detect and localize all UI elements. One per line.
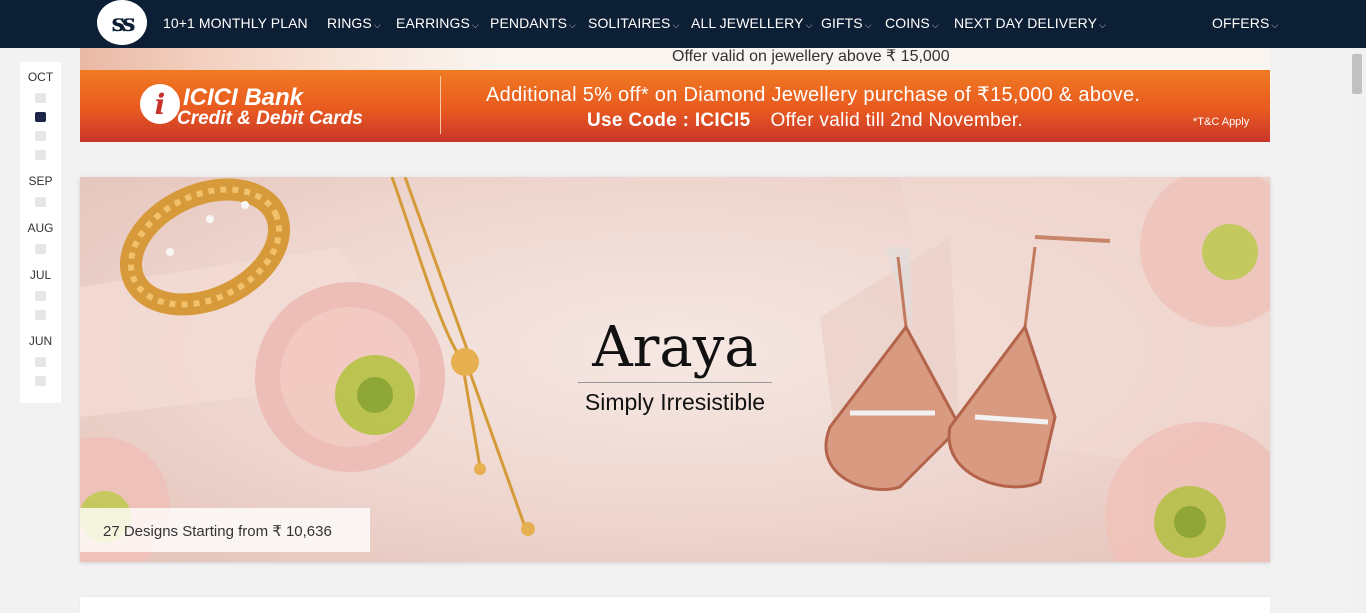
chevron-down-icon: ⌵ — [672, 20, 680, 30]
icici-offer-banner[interactable]: Offer valid on jewellery above ₹ 15,000 … — [80, 48, 1270, 142]
timeline-month[interactable]: OCT — [20, 70, 61, 84]
bank-subtitle: Credit & Debit Cards — [177, 108, 363, 129]
banner-decoration — [80, 48, 500, 72]
promo-top-text: Offer valid on jewellery above ₹ 15,000 — [672, 48, 950, 65]
promo-code: Use Code : ICICI5 — [587, 110, 751, 131]
page-scrollbar[interactable] — [1349, 48, 1366, 613]
timeline-dot[interactable] — [35, 357, 46, 367]
chevron-down-icon: ⌵ — [931, 20, 939, 30]
nav-item-gifts[interactable]: GIFTS ⌵ — [821, 15, 872, 31]
timeline-dot[interactable] — [35, 244, 46, 254]
nav-item-solitaires[interactable]: SOLITAIRES ⌵ — [588, 15, 679, 31]
designs-caption-text: 27 Designs Starting from ₹ 10,636 — [103, 523, 332, 540]
nav-item-label: COINS — [885, 15, 930, 31]
next-section-card — [80, 597, 1270, 613]
araya-collection-banner[interactable]: Araya Simply Irresistible 27 Designs Sta… — [80, 177, 1270, 562]
promo-code-line: Use Code : ICICI5 Offer valid till 2nd No… — [587, 110, 1023, 132]
top-navigation: ꜱꜱ 10+1 MONTHLY PLAN RINGS ⌵ EARRINGS ⌵ PE… — [0, 0, 1366, 48]
nav-item-pendants[interactable]: PENDANTS ⌵ — [490, 15, 576, 31]
nav-item-offers[interactable]: OFFERS ⌵ — [1212, 15, 1278, 31]
nav-item-label: RINGS — [327, 15, 372, 31]
brand-logo-icon: ꜱꜱ — [111, 8, 135, 37]
timeline-month[interactable]: SEP — [20, 174, 61, 188]
nav-item-next-day-delivery[interactable]: NEXT DAY DELIVERY ⌵ — [954, 15, 1106, 31]
chevron-down-icon: ⌵ — [373, 20, 381, 30]
nav-item-coins[interactable]: COINS ⌵ — [885, 15, 939, 31]
tnc-text: *T&C Apply — [1193, 116, 1250, 128]
timeline-dot[interactable] — [35, 197, 46, 207]
nav-item-label: GIFTS — [821, 15, 863, 31]
promo-top-strip: Offer valid on jewellery above ₹ 15,000 — [80, 48, 1270, 72]
icici-logo-letter: i — [154, 87, 166, 121]
nav-item-label: 10+1 MONTHLY PLAN — [163, 15, 308, 31]
timeline-dot[interactable] — [35, 376, 46, 386]
nav-item-earrings[interactable]: EARRINGS ⌵ — [396, 15, 479, 31]
timeline-dot-active[interactable] — [35, 112, 46, 122]
nav-item-monthly-plan[interactable]: 10+1 MONTHLY PLAN — [163, 15, 308, 31]
collection-title: Araya — [592, 315, 758, 380]
nav-item-label: OFFERS — [1212, 15, 1270, 31]
nav-item-rings[interactable]: RINGS ⌵ — [327, 15, 381, 31]
timeline-month[interactable]: JUL — [20, 268, 61, 282]
designs-caption[interactable]: 27 Designs Starting from ₹ 10,636 — [80, 508, 370, 552]
chevron-down-icon: ⌵ — [569, 20, 576, 30]
chevron-down-icon: ⌵ — [1271, 20, 1279, 30]
title-underline — [578, 382, 772, 383]
nav-item-all-jewellery[interactable]: ALL JEWELLERY ⌵ — [691, 15, 813, 31]
chevron-down-icon: ⌵ — [1099, 20, 1106, 30]
icici-logo-icon: i — [140, 84, 180, 124]
timeline-month[interactable]: AUG — [20, 221, 61, 235]
chevron-down-icon: ⌵ — [471, 20, 479, 30]
timeline-dot[interactable] — [35, 150, 46, 160]
brand-logo[interactable]: ꜱꜱ — [97, 0, 147, 45]
timeline-dot[interactable] — [35, 93, 46, 103]
timeline-dot[interactable] — [35, 291, 46, 301]
nav-item-label: SOLITAIRES — [588, 15, 671, 31]
chevron-down-icon: ⌵ — [805, 20, 813, 30]
nav-item-label: EARRINGS — [396, 15, 470, 31]
promo-main-strip: i ICICI Bank Credit & Debit Cards Additi… — [80, 70, 1270, 142]
timeline-dot[interactable] — [35, 131, 46, 141]
scrollbar-thumb[interactable] — [1352, 54, 1362, 94]
nav-item-label: NEXT DAY DELIVERY — [954, 15, 1098, 31]
divider — [440, 76, 441, 134]
nav-item-label: ALL JEWELLERY — [691, 15, 804, 31]
nav-item-label: PENDANTS — [490, 15, 568, 31]
chevron-down-icon: ⌵ — [864, 20, 872, 30]
promo-offer-text: Additional 5% off* on Diamond Jewellery … — [486, 84, 1141, 106]
month-timeline: OCT SEP AUG JUL JUN — [20, 62, 61, 403]
promo-validity: Offer valid till 2nd November. — [770, 110, 1024, 131]
collection-subtitle: Simply Irresistible — [584, 389, 766, 415]
timeline-dot[interactable] — [35, 310, 46, 320]
timeline-month[interactable]: JUN — [20, 334, 61, 348]
